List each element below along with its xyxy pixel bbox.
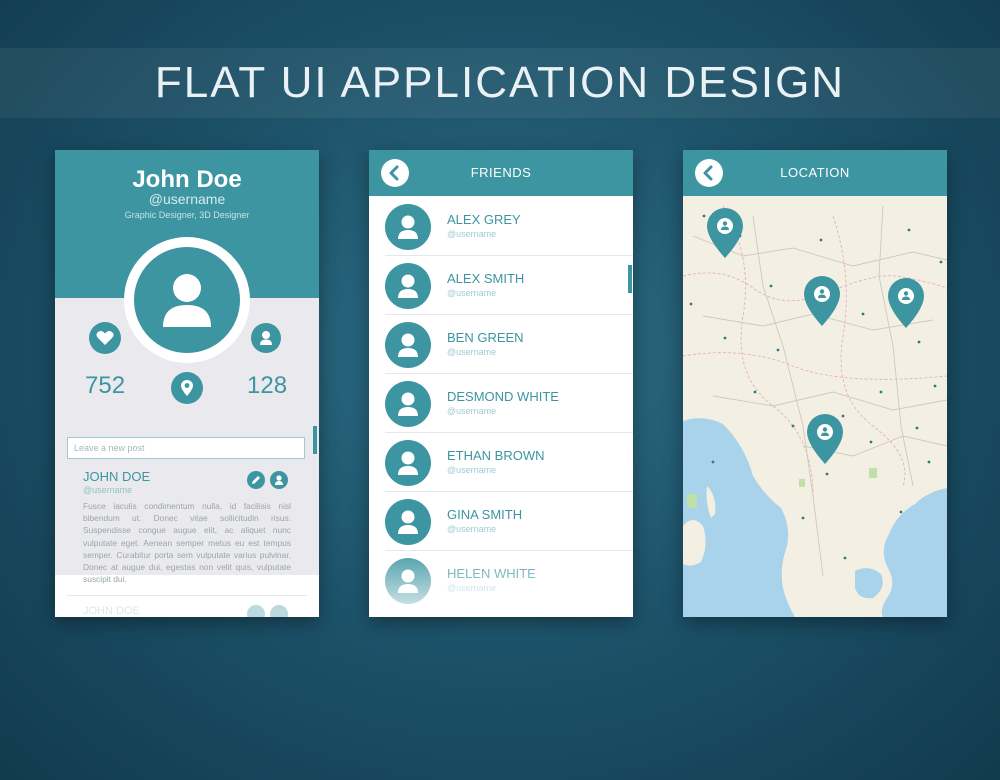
post-body: Fusce iaculis condimentum nulla, id faci…	[83, 501, 291, 585]
friend-item[interactable]: GINA SMITH @username	[385, 492, 633, 551]
friend-item[interactable]: ETHAN BROWN @username	[385, 433, 633, 492]
friend-handle: @username	[447, 229, 497, 239]
friend-item[interactable]: ALEX GREY @username	[385, 197, 633, 256]
heart-icon	[96, 331, 114, 345]
friend-handle: @username	[447, 465, 497, 475]
friend-avatar	[385, 558, 431, 604]
map-graphic	[683, 196, 947, 617]
followers-count: 128	[247, 372, 288, 399]
friend-handle: @username	[447, 347, 497, 357]
friend-handle: @username	[447, 406, 497, 416]
post-user-button[interactable]	[270, 471, 288, 489]
friend-name: BEN GREEN	[447, 330, 524, 345]
friend-name: HELEN WHITE	[447, 566, 536, 581]
friend-name: ALEX GREY	[447, 212, 521, 227]
friend-name: DESMOND WHITE	[447, 389, 559, 404]
avatar[interactable]	[134, 247, 240, 353]
likes-count: 752	[85, 372, 126, 399]
edit-button[interactable]	[247, 471, 265, 489]
user-icon	[398, 451, 418, 475]
friend-item[interactable]: DESMOND WHITE @username	[385, 374, 633, 433]
scrollbar[interactable]	[313, 426, 317, 454]
friend-handle: @username	[447, 288, 497, 298]
profile-name: John Doe	[132, 166, 242, 193]
location-title: LOCATION	[780, 165, 850, 180]
friend-name: GINA SMITH	[447, 507, 523, 522]
scrollbar[interactable]	[628, 265, 632, 293]
friend-handle: @username	[447, 583, 497, 593]
user-icon	[260, 331, 272, 345]
map-view[interactable]	[683, 196, 947, 617]
user-icon	[275, 475, 283, 485]
friends-header: FRIENDS	[369, 150, 633, 196]
friend-item[interactable]: HELEN WHITE @username	[385, 551, 633, 610]
page-title: FLAT UI APPLICATION DESIGN	[154, 58, 846, 107]
user-icon	[163, 274, 211, 327]
user-icon	[398, 333, 418, 357]
like-button[interactable]	[89, 322, 121, 354]
friend-handle: @username	[447, 524, 497, 534]
next-post-author: JOHN DOE	[83, 605, 140, 617]
friend-avatar	[385, 322, 431, 368]
edit-icon	[252, 476, 260, 484]
new-post-input[interactable]: Leave a new post	[67, 437, 305, 459]
user-icon	[398, 274, 418, 298]
friend-avatar	[385, 440, 431, 486]
edit-button[interactable]	[247, 605, 265, 617]
friend-avatar	[385, 499, 431, 545]
title-band: FLAT UI APPLICATION DESIGN	[0, 48, 1000, 118]
friend-avatar	[385, 381, 431, 427]
friend-name: ETHAN BROWN	[447, 448, 545, 463]
friend-name: ALEX SMITH	[447, 271, 525, 286]
friend-item[interactable]: BEN GREEN @username	[385, 315, 633, 374]
profile-screen: John Doe @username Graphic Designer, 3D …	[55, 150, 319, 617]
post-user-button[interactable]	[270, 605, 288, 617]
post-divider	[67, 595, 307, 596]
location-pin-icon	[181, 380, 193, 396]
user-icon	[398, 215, 418, 239]
friend-item[interactable]: ALEX SMITH @username	[385, 256, 633, 315]
profile-handle: @username	[148, 191, 226, 207]
friend-avatar	[385, 263, 431, 309]
location-screen: LOCATION	[683, 150, 947, 617]
location-header: LOCATION	[683, 150, 947, 196]
friends-title: FRIENDS	[470, 165, 532, 180]
follow-button[interactable]	[251, 323, 281, 353]
post-author: JOHN DOE	[83, 469, 151, 484]
profile-role: Graphic Designer, 3D Designer	[124, 210, 250, 220]
friends-screen: FRIENDS ALEX GREY @username ALEX SMITH @…	[369, 150, 633, 617]
post-handle: @username	[83, 485, 133, 495]
user-icon	[398, 569, 418, 593]
friend-avatar	[385, 204, 431, 250]
user-icon	[398, 510, 418, 534]
location-button[interactable]	[171, 372, 203, 404]
user-icon	[398, 392, 418, 416]
